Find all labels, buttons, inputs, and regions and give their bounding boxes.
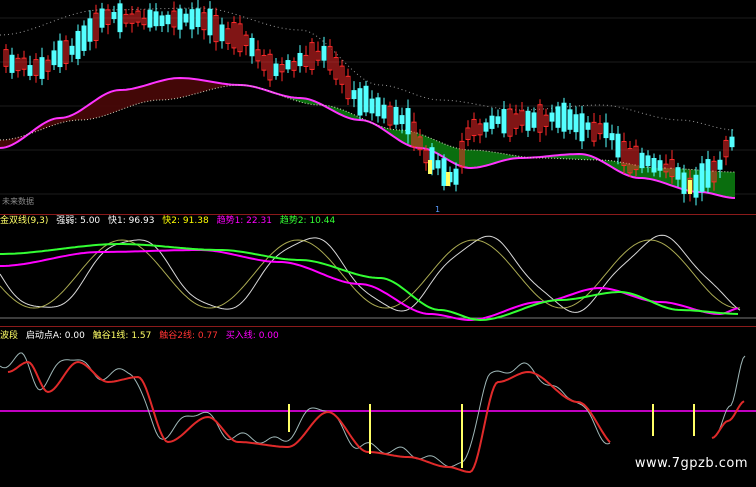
candle-body <box>573 114 579 133</box>
period-marker: 1 <box>435 205 441 214</box>
candle-body <box>657 160 663 171</box>
candle-body <box>297 52 303 67</box>
site-watermark: www.7gpzb.com <box>634 456 748 471</box>
candle-body <box>699 163 705 192</box>
candle-body <box>531 112 537 128</box>
candle-body <box>561 102 567 132</box>
candle-body <box>207 8 213 36</box>
candle-body <box>489 115 495 129</box>
indicator-header-1: 金双线(9,3) 强弱: 5.00 快1: 96.93 快2: 91.38 趋势… <box>0 215 340 229</box>
candle-body <box>285 60 291 70</box>
candle-body <box>51 50 57 66</box>
candle-body <box>393 106 399 125</box>
trend-line-1 <box>0 249 739 321</box>
indicator-value: 触谷1线: 1.57 <box>92 331 152 341</box>
indicator-title: 金双线(9,3) <box>0 216 49 226</box>
candle-body <box>375 97 381 117</box>
candle-body <box>249 37 255 57</box>
fast-line-2 <box>0 239 741 309</box>
candle-body <box>483 122 489 132</box>
wave-line-thin <box>714 355 746 437</box>
candle-body <box>363 85 369 113</box>
candle-body <box>399 115 405 125</box>
candle-body <box>369 98 375 114</box>
indicator-title: 波段 <box>0 331 19 341</box>
candle-body <box>87 18 93 42</box>
price-panel[interactable]: 未来数据 1 <box>0 0 756 214</box>
candle-body <box>69 45 75 55</box>
candle-body <box>321 45 327 61</box>
candle-body <box>639 152 645 169</box>
candle-body <box>57 40 63 68</box>
candle-body <box>357 88 363 116</box>
candle-body <box>501 109 507 134</box>
candle-body <box>9 54 15 73</box>
candle-body <box>381 104 387 119</box>
candle-body <box>585 122 591 130</box>
indicator-value: 快2: 91.38 <box>162 216 209 226</box>
candle-body <box>675 167 681 180</box>
candle-body <box>645 155 651 167</box>
candle-body <box>183 13 189 23</box>
future-data-label: 未来数据 <box>2 197 34 206</box>
candle-body <box>27 65 33 76</box>
signal-candle <box>446 172 450 186</box>
indicator-value: 趋势1: 22.31 <box>216 216 272 226</box>
candle-body <box>165 14 171 25</box>
candle-body <box>549 112 555 122</box>
candle-body <box>729 136 735 148</box>
candle-body <box>693 174 699 198</box>
candle-body <box>39 57 45 79</box>
candle-body <box>195 8 201 28</box>
candle-body <box>159 15 165 27</box>
candle-body <box>81 25 87 51</box>
candlestick-chart[interactable] <box>0 0 756 214</box>
indicator-chart-1[interactable] <box>0 214 756 326</box>
bullish-band <box>252 86 735 198</box>
signal-candle <box>428 160 432 174</box>
candle-body <box>495 116 501 124</box>
bearish-band <box>0 78 249 148</box>
candle-body <box>579 113 585 142</box>
candle-body <box>351 90 357 100</box>
indicator-value: 快1: 96.93 <box>108 216 155 226</box>
candle-body <box>441 158 447 186</box>
candle-body <box>189 9 195 30</box>
candle-body <box>111 11 117 20</box>
candle-body <box>567 109 573 130</box>
candle-body <box>75 30 81 59</box>
candle-body <box>435 160 441 169</box>
indicator-value: 触谷2线: 0.77 <box>159 331 218 341</box>
trend-line-2 <box>0 243 739 322</box>
candle-body <box>705 159 711 188</box>
wave-band-panel[interactable]: 波段 启动点A: 0.00 触谷1线: 1.57 触谷2线: 0.77 买入线:… <box>0 326 756 487</box>
indicator-value: 强弱: 5.00 <box>56 216 101 226</box>
candle-body <box>717 159 723 170</box>
candle-body <box>681 172 687 194</box>
candle-body <box>117 3 123 33</box>
candle-body <box>153 11 159 27</box>
indicator-value: 趋势2: 10.44 <box>279 216 336 226</box>
signal-candle <box>688 180 692 194</box>
candle-body <box>615 133 621 158</box>
indicator-header-2: 波段 启动点A: 0.00 触谷1线: 1.57 触谷2线: 0.77 买入线:… <box>0 330 284 344</box>
fast-line-1 <box>0 234 741 313</box>
candle-body <box>405 108 411 135</box>
candle-body <box>453 168 459 185</box>
wave-line-red <box>711 400 745 439</box>
candle-body <box>651 158 657 173</box>
candle-body <box>609 133 615 141</box>
candle-body <box>99 8 105 28</box>
golden-double-line-panel[interactable]: 金双线(9,3) 强弱: 5.00 快1: 96.93 快2: 91.38 趋势… <box>0 214 756 326</box>
candle-body <box>273 63 279 77</box>
candle-body <box>525 110 531 131</box>
indicator-value: 启动点A: 0.00 <box>25 331 85 341</box>
candle-body <box>603 122 609 139</box>
candle-body <box>177 8 183 30</box>
candle-body <box>147 9 153 28</box>
indicator-value: 买入线: 0.00 <box>225 331 279 341</box>
candle-body <box>555 106 561 128</box>
candle-body <box>219 24 225 42</box>
